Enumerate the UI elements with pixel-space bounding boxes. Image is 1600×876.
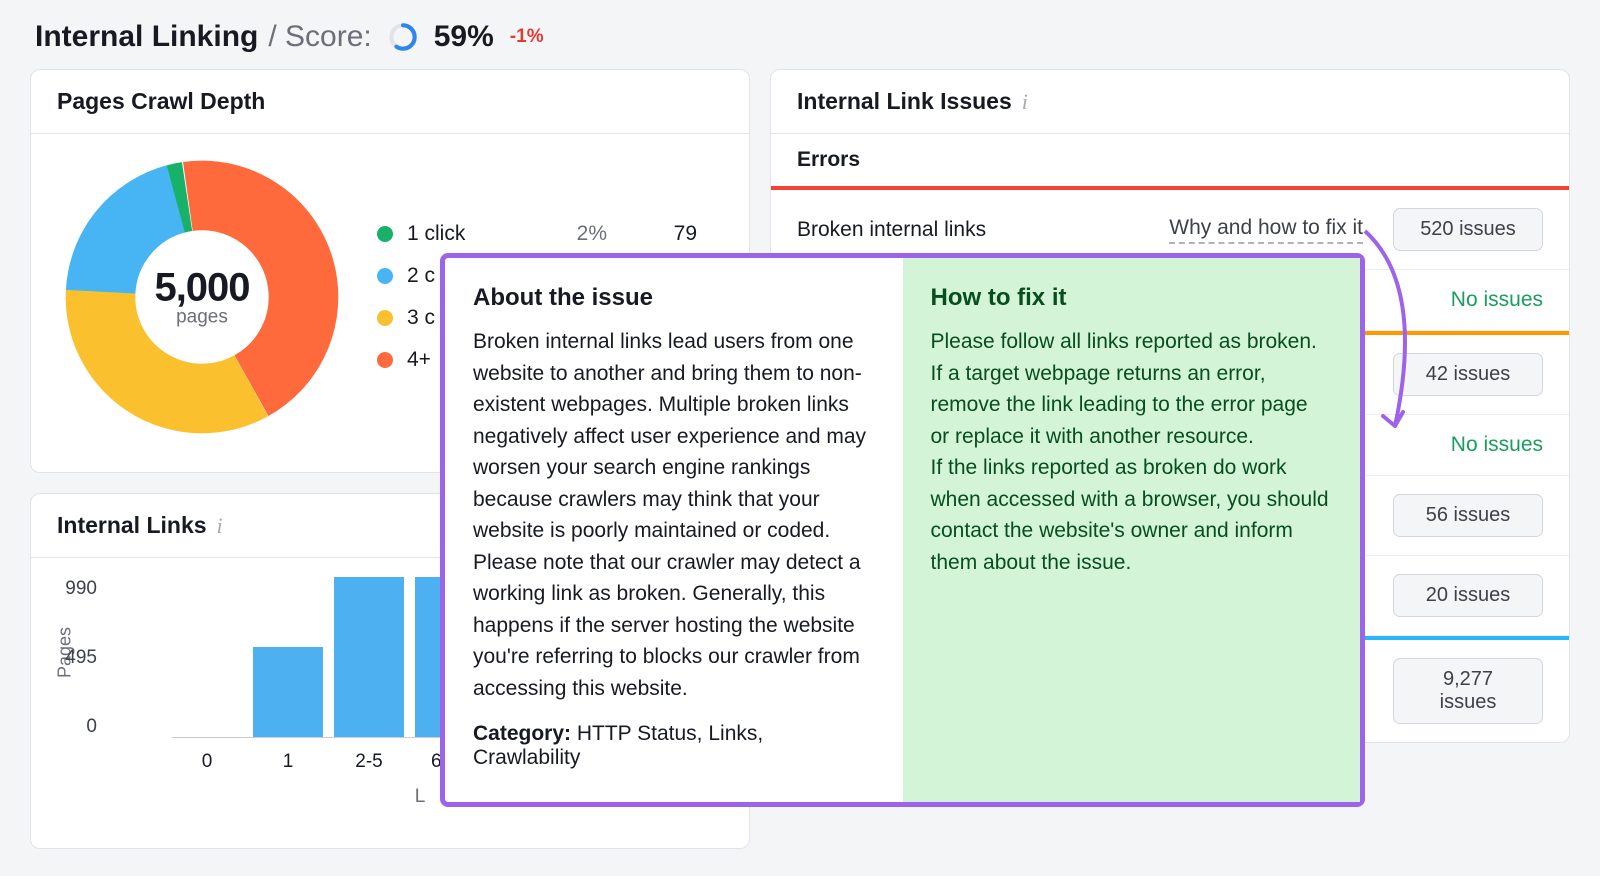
score-delta: -1% <box>510 26 544 48</box>
donut-total: 5,000 <box>154 266 249 311</box>
bar[interactable] <box>334 577 404 737</box>
legend-item[interactable]: 1 click2%79 <box>377 222 697 246</box>
tooltip-fix-heading: How to fix it <box>931 284 1333 312</box>
annotation-arrow-icon <box>1355 226 1445 456</box>
issue-count-button[interactable]: 20 issues <box>1393 574 1543 617</box>
issues-title: Internal Link Issues <box>797 88 1012 115</box>
issue-count-button[interactable]: 56 issues <box>1393 494 1543 537</box>
issue-count-button[interactable]: 9,277 issues <box>1393 658 1543 724</box>
issue-tooltip: About the issue Broken internal links le… <box>440 253 1365 807</box>
score-ring-icon <box>388 22 418 52</box>
crawl-depth-donut[interactable]: 5,000 pages <box>57 152 347 442</box>
tooltip-about-text: Broken internal links lead users from on… <box>473 326 875 704</box>
crawl-depth-title: Pages Crawl Depth <box>31 70 749 134</box>
bar[interactable] <box>253 647 323 737</box>
errors-section: Errors <box>771 134 1569 190</box>
tooltip-about-heading: About the issue <box>473 284 875 312</box>
issue-name[interactable]: Broken internal links <box>797 218 1147 242</box>
tooltip-category: Category: HTTP Status, Links, Crawlabili… <box>473 722 875 770</box>
score-label: / Score: <box>268 20 371 54</box>
tooltip-fix-text: Please follow all links reported as brok… <box>931 326 1333 578</box>
x-axis-label: L <box>415 786 426 808</box>
info-icon[interactable]: i <box>1022 89 1028 115</box>
page-title: Internal Linking <box>35 20 258 54</box>
page-header: Internal Linking / Score: 59% -1% <box>0 0 1600 69</box>
info-icon[interactable]: i <box>217 513 223 539</box>
score-percent: 59% <box>434 20 494 54</box>
why-fix-link[interactable]: Why and how to fix it <box>1169 216 1363 244</box>
internal-links-title: Internal Links <box>57 512 207 539</box>
